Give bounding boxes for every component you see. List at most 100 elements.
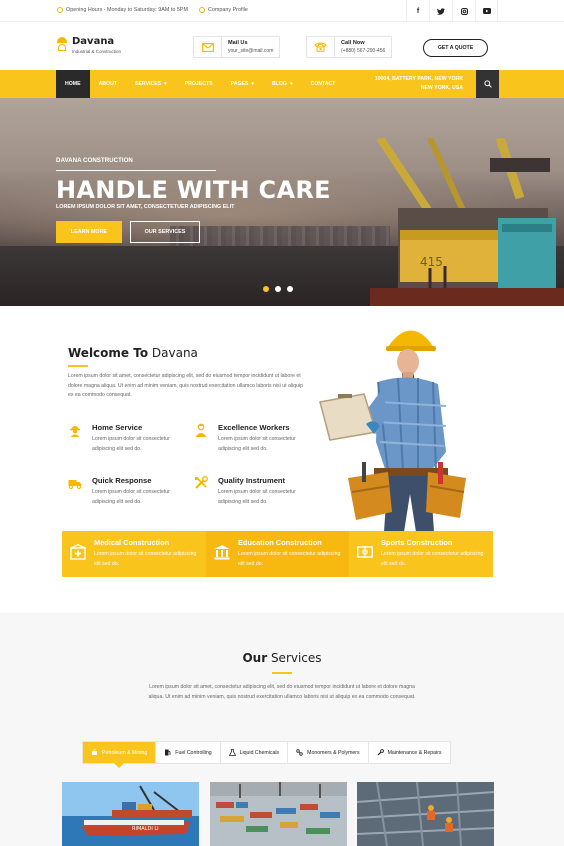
feature-title: Home Service [92, 423, 143, 432]
opening-hours-text: Opening Hours - Monday to Saturday: 9AM … [66, 7, 188, 13]
strip-text: Lorem ipsum dolor sit consectetur adipis… [94, 551, 197, 567]
mail-label: Mail Us [228, 40, 248, 46]
flask-icon [228, 749, 236, 756]
nav-item-projects[interactable]: PROJECTS [176, 70, 222, 98]
feature-title: Quality Instrument [218, 476, 286, 485]
nav-item-about[interactable]: ABOUT [90, 70, 126, 98]
service-card-cargo-ship[interactable]: RIMALDI LI [62, 782, 199, 846]
wrench-icon [377, 749, 384, 756]
feature-text: Lorem ipsum dolor sit consectetur adipis… [92, 489, 170, 505]
service-card-steel-workers[interactable] [357, 782, 494, 846]
youtube-icon[interactable] [475, 0, 498, 22]
brand-tagline: Industrial & Construction [72, 49, 122, 54]
services-description: Lorem ipsum dolor sit amet, consectetur … [148, 684, 416, 700]
fuel-drop-icon [92, 749, 97, 755]
phone-icon [307, 37, 335, 57]
construction-types-strip: Medical Construction Lorem ipsum dolor s… [62, 531, 493, 577]
nav-item-label: PAGES [230, 81, 249, 87]
feature-text: Lorem ipsum dolor sit consectetur adipis… [218, 436, 296, 452]
slider-dot-active[interactable] [263, 286, 269, 292]
crane-ship-illustration: 415 [370, 138, 564, 306]
nav-item-blog[interactable]: BLOG ▾ [263, 70, 302, 98]
strip-title: Medical Construction [94, 538, 170, 547]
strip-item-sports[interactable]: Sports Construction Lorem ipsum dolor si… [349, 531, 493, 577]
worker-icon [70, 426, 80, 437]
tab-label: Monomers & Polymers [307, 749, 360, 756]
tab-monomers-polymers[interactable]: Monomers & Polymers [288, 742, 369, 763]
company-profile-link[interactable]: Company Profile [199, 7, 248, 13]
slider-dot[interactable] [287, 286, 293, 292]
nav-item-label: BLOG [271, 81, 287, 87]
tab-petroleum-mining[interactable]: Petroleum & Mining [83, 742, 157, 768]
fuel-pump-icon [165, 749, 171, 756]
get-a-quote-button[interactable]: GET A QUOTE [423, 39, 488, 57]
feature-text: Lorem ipsum dolor sit consectetur adipis… [92, 436, 170, 452]
city-skyline [170, 226, 390, 248]
brand-logo[interactable]: Davana Industrial & Construction [56, 37, 121, 54]
our-services-button[interactable]: OUR SERVICES [130, 221, 200, 243]
strip-text: Lorem ipsum dolor sit consectetur adipis… [381, 551, 484, 567]
slider-dot[interactable] [275, 286, 281, 292]
address-line-2: NEW YORK, USA [420, 85, 463, 91]
instagram-icon[interactable] [452, 0, 475, 22]
nav-item-label: CONTACT [310, 81, 336, 87]
call-contact[interactable]: Call Now (+880) 567-290-456 [306, 36, 393, 58]
chevron-down-icon: ▾ [289, 81, 293, 87]
construction-worker-illustration [319, 330, 466, 532]
molecule-icon [296, 749, 303, 756]
call-value: (+880) 567-290-456 [341, 48, 386, 54]
services-tabs: Petroleum & Mining Fuel Controlling Liqu… [82, 741, 451, 768]
tab-label: Maintenance & Repairs [387, 749, 442, 756]
title-underline [272, 672, 292, 674]
address-line-1: 10004, BATTERY PARK, NEW YORK [374, 76, 463, 82]
clock-icon [57, 7, 63, 13]
feature-text: Lorem ipsum dolor sit consectetur adipis… [218, 489, 296, 505]
facebook-icon[interactable]: f [406, 0, 429, 22]
tab-liquid-chemicals[interactable]: Liquid Chemicals [221, 742, 289, 763]
chevron-down-icon: ▾ [164, 81, 167, 87]
mail-value: your_site@mail.com [228, 48, 274, 54]
nav-item-label: PROJECTS [184, 81, 213, 87]
school-building-icon [214, 545, 230, 560]
nav-item-pages[interactable]: PAGES ▾ [222, 70, 263, 98]
nav-item-label: HOME [65, 81, 81, 87]
document-icon [199, 7, 205, 13]
mail-icon [194, 37, 222, 57]
search-button[interactable] [476, 70, 499, 98]
tools-icon [195, 476, 208, 489]
services-title-rest: Services [267, 651, 322, 665]
nav-item-home[interactable]: HOME [56, 70, 90, 98]
services-title: Our Services [0, 651, 564, 665]
strip-title: Education Construction [238, 538, 322, 547]
chevron-down-icon: ▾ [251, 81, 254, 87]
main-navigation: HOME ABOUT SERVICES ▾ PROJECTS PAGES ▾ BLO… [0, 70, 564, 98]
learn-more-button[interactable]: LEARN MORE [56, 221, 122, 243]
brand-name: Davana [72, 36, 115, 47]
engineer-icon [195, 423, 207, 437]
strip-item-education[interactable]: Education Construction Lorem ipsum dolor… [206, 531, 349, 577]
feature-title: Excellence Workers [218, 423, 290, 432]
services-section: Our Services Lorem ipsum dolor sit amet,… [0, 613, 564, 846]
hero-subtitle: LOREM IPSUM DOLOR SIT AMET, CONSECTETUER… [56, 204, 235, 210]
service-card-container-port[interactable] [210, 782, 347, 846]
twitter-icon[interactable] [429, 0, 452, 22]
company-profile-text: Company Profile [208, 7, 248, 13]
mail-contact[interactable]: Mail Us your_site@mail.com [193, 36, 281, 58]
nav-item-contact[interactable]: CONTACT [301, 70, 344, 98]
hero-slider: 415 DAVANA CONSTRUCTION HANDLE WITH CARE… [0, 98, 564, 306]
nav-address: 10004, BATTERY PARK, NEW YORK NEW YORK, … [375, 75, 463, 93]
tab-maintenance-repairs[interactable]: Maintenance & Repairs [369, 742, 450, 763]
truck-icon [68, 480, 82, 489]
title-underline [68, 365, 88, 367]
strip-text: Lorem ipsum dolor sit consectetur adipis… [238, 551, 341, 567]
feature-title: Quick Response [92, 476, 152, 485]
hero-divider [56, 170, 216, 171]
nav-item-services[interactable]: SERVICES ▾ [126, 70, 176, 98]
slider-dots [263, 286, 293, 292]
hero-title: HANDLE WITH CARE [56, 176, 331, 204]
opening-hours: Opening Hours - Monday to Saturday: 9AM … [57, 7, 188, 13]
site-header: Davana Industrial & Construction Mail Us… [0, 23, 564, 70]
strip-item-medical[interactable]: Medical Construction Lorem ipsum dolor s… [62, 531, 206, 577]
tab-fuel-controlling[interactable]: Fuel Controlling [156, 742, 221, 763]
ship-number: 415 [420, 255, 443, 269]
